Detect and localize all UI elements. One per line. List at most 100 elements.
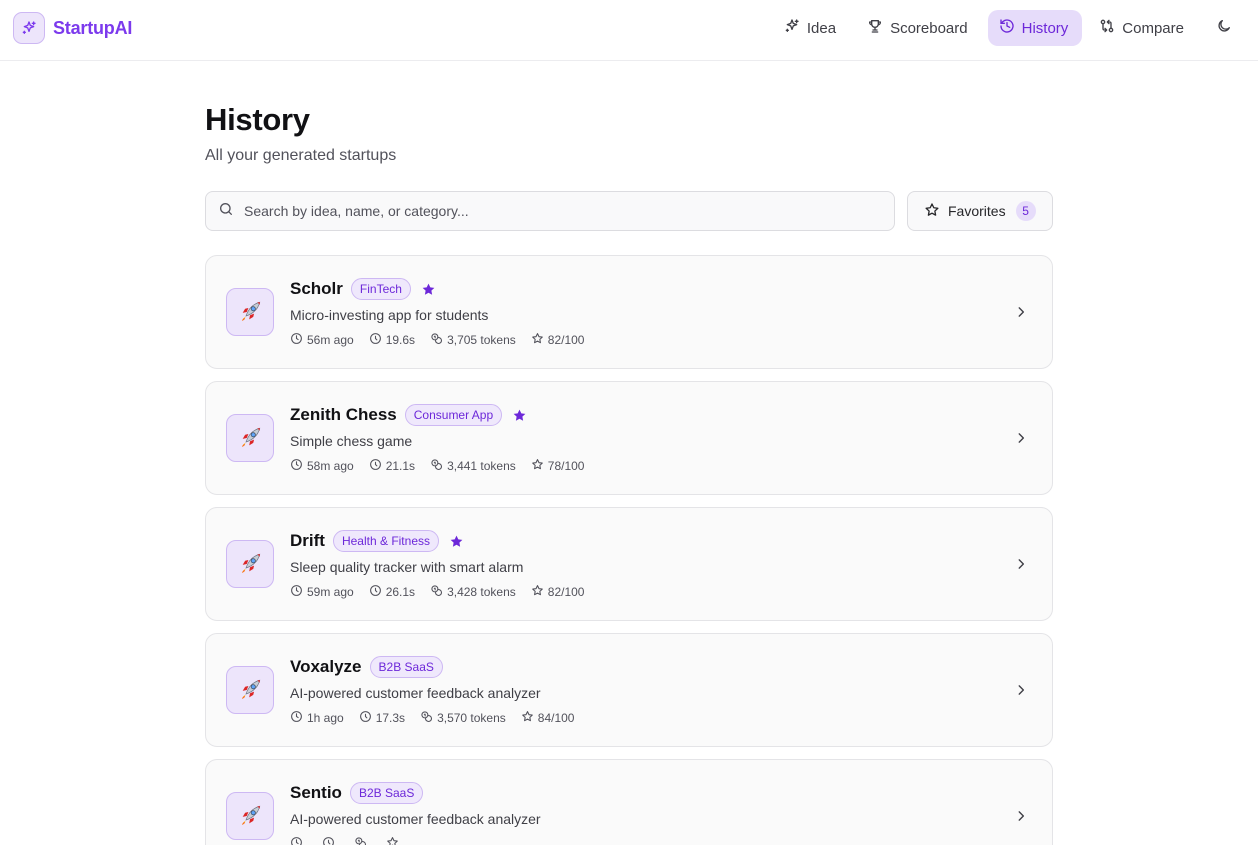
moon-icon [1216,18,1232,39]
star-outline-icon [521,710,534,726]
nav-item-idea[interactable]: Idea [773,10,850,46]
favorite-star-icon[interactable] [512,408,527,423]
meta-age: 58m ago [290,458,354,474]
clock-icon [290,710,303,726]
startup-card-body: Scholr FinTech Micro-investing app for s… [290,278,584,348]
meta-duration-text: 19.6s [385,333,416,347]
meta-tokens [354,836,371,845]
meta-score: 84/100 [521,710,574,726]
favorites-filter-button[interactable]: Favorites 5 [907,191,1053,231]
nav-item-label: Compare [1122,19,1184,37]
rocket-icon [226,792,274,840]
rocket-icon [226,414,274,462]
startup-card[interactable]: Voxalyze B2B SaaS AI-powered customer fe… [205,633,1053,747]
meta-score-text: 78/100 [547,459,585,473]
meta-duration: 17.3s [359,710,405,726]
history-icon [999,18,1015,38]
sparkles-icon [13,12,45,44]
star-outline-icon [531,584,544,600]
clock-icon [290,332,303,348]
startup-card-body: Sentio B2B SaaS AI-powered customer feed… [290,782,541,845]
meta-age: 59m ago [290,584,354,600]
startup-name: Sentio [290,783,342,802]
chevron-right-icon [1012,807,1030,825]
search-input[interactable] [244,203,864,219]
meta-duration-text: 26.1s [385,585,416,599]
meta-score: 82/100 [531,332,584,348]
search-icon [218,201,234,222]
startup-meta [290,836,541,845]
nav-item-label: History [1021,19,1069,37]
category-badge: Consumer App [404,404,503,426]
startup-card[interactable]: Sentio B2B SaaS AI-powered customer feed… [205,759,1053,845]
theme-toggle-button[interactable] [1206,10,1242,46]
meta-age: 1h ago [290,710,344,726]
category-badge: Health & Fitness [332,530,439,552]
startup-description: AI-powered customer feedback analyzer [290,685,541,701]
nav-item-scoreboard[interactable]: Scoreboard [856,10,982,46]
star-outline-icon [924,202,940,221]
startup-card[interactable]: Drift Health & Fitness Sleep quality tra… [205,507,1053,621]
search-box [205,191,895,231]
category-badge: B2B SaaS [349,782,424,804]
clock-icon [290,584,303,600]
meta-age-text: 59m ago [307,585,354,599]
star-outline-icon [386,836,399,845]
startup-card-body: Voxalyze B2B SaaS AI-powered customer fe… [290,656,574,726]
meta-tokens-text: 3,441 tokens [447,459,516,473]
favorite-star-icon[interactable] [449,534,464,549]
startup-description: Sleep quality tracker with smart alarm [290,559,524,575]
clock-icon [290,836,303,845]
startup-list: Scholr FinTech Micro-investing app for s… [205,255,1053,845]
brand-name: StartupAI [53,17,133,38]
nav-item-label: Scoreboard [890,19,968,37]
meta-score [386,836,403,845]
coins-icon [430,332,443,348]
timer-icon [369,458,382,474]
meta-tokens-text: 3,570 tokens [437,711,506,725]
meta-duration [322,836,339,845]
favorites-count-badge: 5 [1015,201,1036,221]
category-badge: B2B SaaS [369,656,443,678]
startup-card[interactable]: Zenith Chess Consumer App Simple chess g… [205,381,1053,495]
startup-title-row: Drift Health & Fitness [290,530,584,552]
meta-tokens: 3,705 tokens [430,332,516,348]
coins-icon [430,584,443,600]
startup-meta: 56m ago 19.6s 3,705 tokens 82/100 [290,332,584,348]
coins-icon [430,458,443,474]
coins-icon [354,836,367,845]
startup-description: AI-powered customer feedback analyzer [290,811,541,827]
startup-description: Micro-investing app for students [290,307,489,323]
chevron-right-icon [1012,681,1030,699]
meta-age: 56m ago [290,332,354,348]
sparkles-icon [784,18,800,38]
compare-icon [1099,18,1115,38]
startup-title-row: Voxalyze B2B SaaS [290,656,574,678]
startup-card[interactable]: Scholr FinTech Micro-investing app for s… [205,255,1053,369]
timer-icon [322,836,335,845]
rocket-icon [226,666,274,714]
startup-description: Simple chess game [290,433,413,449]
startup-meta: 58m ago 21.1s 3,441 tokens 78/100 [290,458,584,474]
meta-age-text: 1h ago [307,711,344,725]
nav-item-history[interactable]: History [987,10,1083,46]
timer-icon [369,584,382,600]
favorite-star-icon[interactable] [421,282,436,297]
startup-meta: 1h ago 17.3s 3,570 tokens 84/100 [290,710,574,726]
meta-score-text: 82/100 [547,585,585,599]
coins-icon [420,710,433,726]
brand-logo-link[interactable]: StartupAI [13,12,132,44]
nav-item-compare[interactable]: Compare [1088,10,1198,46]
meta-tokens: 3,441 tokens [430,458,516,474]
chevron-right-icon [1012,303,1030,321]
clock-icon [290,458,303,474]
nav-item-label: Idea [806,19,837,37]
meta-tokens-text: 3,428 tokens [447,585,516,599]
meta-score: 82/100 [531,584,585,600]
startup-name: Zenith Chess [290,405,397,424]
page-subtitle: All your generated startups [205,147,397,164]
startup-meta: 59m ago 26.1s 3,428 tokens 82/100 [290,584,584,600]
meta-tokens: 3,428 tokens [430,584,516,600]
chevron-right-icon [1012,429,1030,447]
chevron-right-icon [1012,555,1030,573]
